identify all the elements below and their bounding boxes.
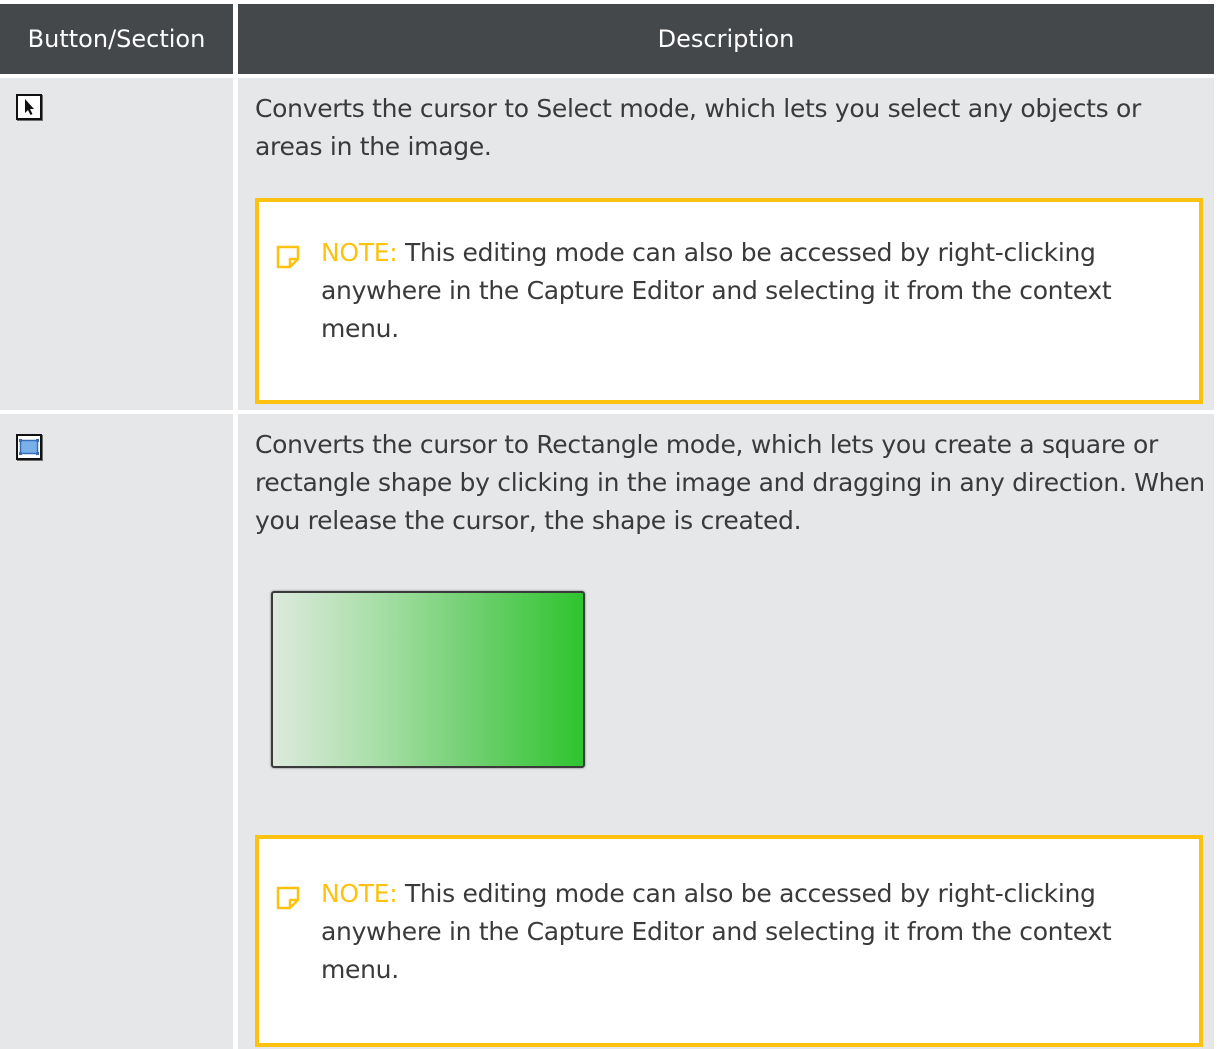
table-header-row: Button/Section Description [0, 4, 1217, 74]
table-row-rectangle: Converts the cursor to Rectangle mode, w… [0, 414, 1217, 1049]
rectangle-tool-icon[interactable] [16, 434, 42, 460]
table-row-select: Converts the cursor to Select mode, whic… [0, 78, 1217, 410]
note-box: NOTE: This editing mode can also be acce… [255, 835, 1203, 1047]
button-cell [0, 78, 233, 410]
select-arrow-icon[interactable] [16, 94, 42, 120]
note-label: NOTE: [321, 879, 398, 908]
note-body: This editing mode can also be accessed b… [321, 238, 1112, 343]
note-icon [276, 245, 300, 269]
tools-table: Button/Section Description Converts the … [0, 0, 1217, 1049]
description-cell: Converts the cursor to Rectangle mode, w… [238, 414, 1214, 1049]
description-text: Converts the cursor to Rectangle mode, w… [255, 430, 1205, 535]
description-cell: Converts the cursor to Select mode, whic… [238, 78, 1214, 410]
header-description: Description [238, 4, 1214, 74]
example-rectangle-image [271, 591, 585, 768]
description-text: Converts the cursor to Select mode, whic… [255, 94, 1141, 161]
note-body: This editing mode can also be accessed b… [321, 879, 1112, 984]
note-text: NOTE: This editing mode can also be acce… [321, 875, 1181, 989]
note-text: NOTE: This editing mode can also be acce… [321, 234, 1181, 348]
note-icon [276, 886, 300, 910]
note-box: NOTE: This editing mode can also be acce… [255, 198, 1203, 404]
note-label: NOTE: [321, 238, 398, 267]
button-cell [0, 414, 233, 1049]
header-button-section: Button/Section [0, 4, 233, 74]
